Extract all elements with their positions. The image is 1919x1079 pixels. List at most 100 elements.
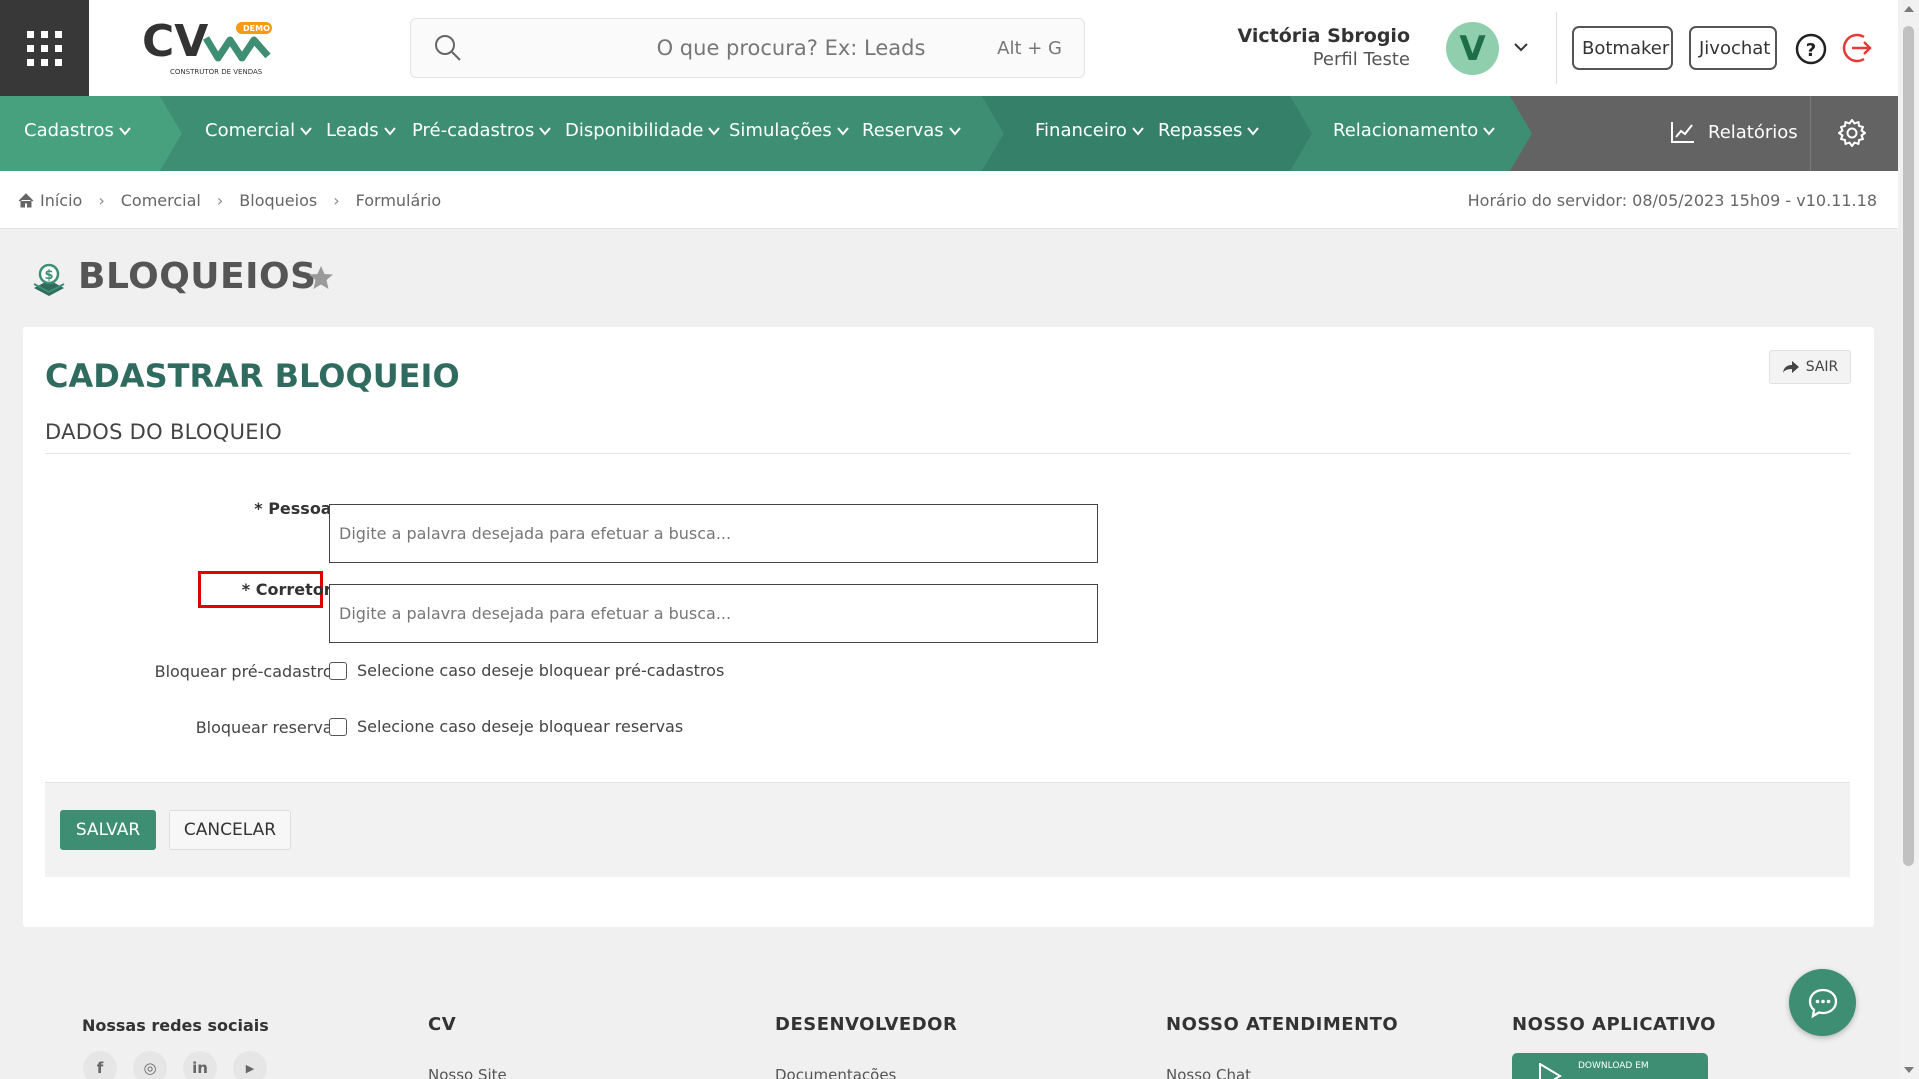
nav-item-financeiro[interactable]: Financeiro <box>1035 120 1144 141</box>
breadcrumb-separator: › <box>216 191 224 210</box>
form-actions: SALVAR CANCELAR <box>45 782 1850 877</box>
footer-col-atendimento: NOSSO ATENDIMENTO <box>1166 1014 1399 1035</box>
page-scrollbar[interactable] <box>1898 0 1919 1079</box>
svg-text:?: ? <box>1806 40 1816 61</box>
breadcrumb-item-comercial[interactable]: Comercial <box>121 191 201 210</box>
breadcrumb-item-inicio[interactable]: Início <box>40 191 82 210</box>
bloquear-pre-cadastro-text: Selecione caso deseje bloquear pré-cadas… <box>357 661 725 680</box>
nav-item-comercial[interactable]: Comercial <box>205 120 312 141</box>
nav-item-cadastros[interactable]: Cadastros <box>24 120 131 141</box>
search-input[interactable] <box>531 31 1051 65</box>
botmaker-button[interactable]: Botmaker <box>1572 26 1673 70</box>
footer-link-nosso-site[interactable]: Nosso Site <box>428 1066 507 1079</box>
save-button[interactable]: SALVAR <box>60 810 156 850</box>
cancel-button[interactable]: CANCELAR <box>169 810 291 850</box>
header-divider <box>1556 12 1557 84</box>
play-store-icon <box>1539 1063 1562 1079</box>
home-icon <box>18 193 34 208</box>
nav-item-reservas[interactable]: Reservas <box>862 120 961 141</box>
corretor-label: * Corretor: <box>241 580 338 599</box>
section-divider <box>45 453 1850 454</box>
bloquear-pre-cadastro-label: Bloquear pré-cadastro: <box>154 662 338 681</box>
bloquear-reserva-label: Bloquear reserva: <box>195 718 338 737</box>
jivochat-button[interactable]: Jivochat <box>1689 26 1777 70</box>
app-logo[interactable]: CV DEMO CONSTRUTOR DE VENDAS <box>140 16 280 78</box>
footer-col-cv: CV <box>428 1014 457 1035</box>
facebook-icon[interactable]: f <box>83 1051 117 1079</box>
chevron-down-icon <box>1132 126 1144 136</box>
instagram-icon[interactable]: ◎ <box>133 1051 167 1079</box>
chevron-down-icon <box>1483 126 1496 136</box>
chat-button[interactable] <box>1789 969 1856 1036</box>
linkedin-icon[interactable]: in <box>183 1051 217 1079</box>
bloquear-reserva-option[interactable]: Selecione caso deseje bloquear reservas <box>329 717 683 736</box>
breadcrumb-separator: › <box>98 191 105 210</box>
nav-item-repasses[interactable]: Repasses <box>1158 120 1260 141</box>
nav-item-simulacoes[interactable]: Simulações <box>729 120 849 141</box>
gear-icon[interactable] <box>1837 118 1867 148</box>
svg-text:DEMO: DEMO <box>243 24 270 33</box>
bloquear-pre-cadastro-option[interactable]: Selecione caso deseje bloquear pré-cadas… <box>329 661 724 680</box>
top-header: CV DEMO CONSTRUTOR DE VENDAS Alt + G Vic… <box>0 0 1898 96</box>
global-search[interactable]: Alt + G <box>410 18 1085 78</box>
user-profile: Perfil Teste <box>1312 49 1410 70</box>
chevron-down-icon <box>300 126 312 136</box>
chart-icon <box>1671 122 1694 143</box>
corretor-input[interactable] <box>329 584 1098 643</box>
nav-item-leads[interactable]: Leads <box>326 120 396 141</box>
scroll-thumb[interactable] <box>1903 26 1914 866</box>
nav-divider <box>1810 96 1811 171</box>
scroll-up-arrow[interactable] <box>1904 6 1914 12</box>
footer-col-aplicativo: NOSSO APLICATIVO <box>1512 1014 1716 1035</box>
bloquear-pre-cadastro-checkbox[interactable] <box>329 661 347 680</box>
chevron-down-icon <box>708 126 721 136</box>
chevron-down-icon <box>948 126 961 136</box>
nav-item-pre-cadastros[interactable]: Pré-cadastros <box>412 120 552 141</box>
footer-social-title: Nossas redes sociais <box>82 1016 269 1035</box>
chevron-down-icon <box>836 126 849 136</box>
svg-text:CV: CV <box>142 18 208 67</box>
chevron-down-icon <box>539 126 552 136</box>
form-card: CADASTRAR BLOQUEIO SAIR DADOS DO BLOQUEI… <box>23 327 1874 927</box>
user-name: Victória Sbrogio <box>1237 25 1410 47</box>
main-navigation: Cadastros Comercial Leads Pré-cadastros … <box>0 96 1898 171</box>
google-play-button[interactable]: DOWNLOAD EM <box>1512 1053 1708 1079</box>
logout-icon[interactable] <box>1842 31 1876 65</box>
breadcrumb-bar: Início › Comercial › Bloqueios › Formulá… <box>0 171 1898 229</box>
chevron-down-icon[interactable] <box>1512 38 1530 56</box>
pessoa-label: * Pessoa: <box>254 499 338 518</box>
breadcrumb-item-formulario: Formulário <box>355 191 442 210</box>
search-shortcut-hint: Alt + G <box>997 38 1062 59</box>
form-title: CADASTRAR BLOQUEIO <box>45 357 460 395</box>
footer-col-desenvolvedor: DESENVOLVEDOR <box>775 1014 958 1035</box>
breadcrumb: Início › Comercial › Bloqueios › Formulá… <box>18 191 441 210</box>
exit-button[interactable]: SAIR <box>1769 350 1851 384</box>
avatar[interactable]: V <box>1446 22 1499 75</box>
apps-menu-button[interactable] <box>0 0 89 96</box>
breadcrumb-item-bloqueios[interactable]: Bloqueios <box>239 191 317 210</box>
share-icon <box>1782 361 1799 373</box>
chevron-down-icon <box>1247 126 1260 136</box>
pessoa-input[interactable] <box>329 504 1098 563</box>
chat-icon <box>1808 988 1837 1018</box>
nav-item-relacionamento[interactable]: Relacionamento <box>1333 120 1496 141</box>
help-icon[interactable]: ? <box>1795 33 1827 65</box>
money-stack-icon: $ <box>33 263 65 296</box>
scroll-down-arrow[interactable] <box>1904 1067 1914 1073</box>
page-title: BLOQUEIOS <box>78 256 317 297</box>
svg-text:CONSTRUTOR DE VENDAS: CONSTRUTOR DE VENDAS <box>170 68 263 76</box>
breadcrumb-separator: › <box>333 191 340 210</box>
svg-text:$: $ <box>44 268 53 283</box>
chevron-down-icon <box>383 126 396 136</box>
nav-item-disponibilidade[interactable]: Disponibilidade <box>565 120 721 141</box>
star-icon[interactable] <box>307 264 335 292</box>
footer-link-nosso-chat[interactable]: Nosso Chat <box>1166 1066 1251 1079</box>
footer-link-documentacoes[interactable]: Documentações <box>775 1066 896 1079</box>
bloquear-reserva-checkbox[interactable] <box>329 717 347 736</box>
nav-item-relatorios[interactable]: Relatórios <box>1670 120 1798 144</box>
youtube-icon[interactable]: ▶ <box>233 1051 267 1079</box>
bloquear-reserva-text: Selecione caso deseje bloquear reservas <box>357 717 684 736</box>
search-icon <box>435 35 461 61</box>
apps-grid-icon <box>27 30 62 66</box>
section-title: DADOS DO BLOQUEIO <box>45 420 283 444</box>
